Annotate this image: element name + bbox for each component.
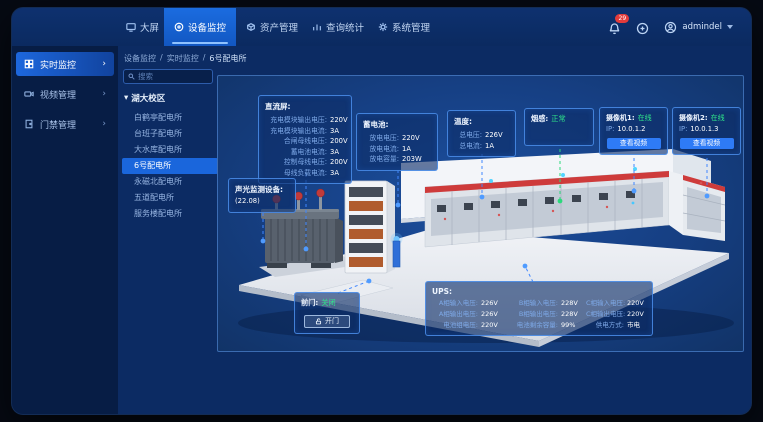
callout-title: UPS: [432, 287, 646, 296]
breadcrumb: 设备监控 / 实时监控 / 6号配电所 [124, 53, 247, 64]
ups-grid: A相输入电压:226V B相输入电压:228V C相输入电压:220V A相输出… [432, 299, 646, 330]
breadcrumb-item[interactable]: 设备监控 [124, 53, 156, 64]
door-icon [24, 119, 34, 129]
sidebar-item-access-control[interactable]: 门禁管理 › [16, 112, 114, 136]
nav-item-bigscreen[interactable]: 大屏 [116, 8, 169, 46]
callout-camera-1: 摄像机1:在线 IP:10.0.1.2 查看视频 [599, 107, 668, 155]
unlock-icon [315, 318, 322, 325]
sidebar-item-video-manage[interactable]: 视频管理 › [16, 82, 114, 106]
left-sidebar: 实时监控 › 视频管理 › 门禁管理 › [12, 46, 118, 414]
tree-item-station[interactable]: 服务楼配电所 [122, 206, 218, 222]
tree-item-station[interactable]: 白鹤亭配电所 [122, 110, 218, 126]
callout-battery: 蓄电池: 放电电压:220V 放电电流:1A 放电容量:203W [356, 113, 438, 171]
topbar-actions: 29 admindel [608, 8, 733, 46]
camera1-label: 摄像机1: [606, 113, 635, 124]
tree-item-station[interactable]: 永磁北配电所 [122, 174, 218, 190]
chevron-right-icon: › [102, 59, 106, 69]
avatar-icon [664, 21, 677, 34]
fullscreen-icon [636, 22, 649, 35]
user-menu[interactable]: admindel [664, 21, 733, 34]
screenshot-stage: 大屏 设备监控 资产管理 查询统计 系统管理 29 [0, 0, 763, 422]
nav-item-label: 查询统计 [326, 20, 364, 34]
monitor-icon [174, 22, 184, 32]
sound-monitor-value: (22.08) [235, 196, 260, 207]
callout-ups: UPS: A相输入电压:226V B相输入电压:228V C相输入电压:220V… [425, 281, 653, 336]
sidebar-item-label: 实时监控 [40, 58, 76, 71]
callout-title: 直流屏: [265, 101, 345, 112]
callout-dc-panel: 直流屏: 充电模块输出电压:220V 充电模块输出电流:3A 合闸母线电压:20… [258, 95, 352, 184]
nav-item-device-monitor[interactable]: 设备监控 [164, 8, 236, 46]
gear-icon [378, 22, 388, 32]
asset-box-icon [246, 22, 256, 32]
breadcrumb-separator: / [203, 53, 206, 64]
app-window: 大屏 设备监控 资产管理 查询统计 系统管理 29 [12, 8, 751, 414]
tree-group-campus[interactable]: ▾ 湖大校区 [122, 90, 218, 110]
nav-item-system[interactable]: 系统管理 [368, 8, 440, 46]
username-label: admindel [682, 22, 722, 32]
bell-icon [608, 22, 621, 35]
tree-item-station[interactable]: 大水库配电所 [122, 142, 218, 158]
tree-item-station[interactable]: 台班子配电所 [122, 126, 218, 142]
top-nav-bar: 大屏 设备监控 资产管理 查询统计 系统管理 29 [12, 8, 751, 46]
callout-title: 温度: [454, 116, 509, 127]
callout-smoke-sensor: 烟感:正常 [524, 108, 594, 146]
smoke-status: 正常 [551, 114, 565, 125]
station-tree: ▾ 湖大校区 白鹤亭配电所 台班子配电所 大水库配电所 6号配电所 永磁北配电所… [122, 90, 218, 222]
door-status: 关闭 [321, 298, 335, 309]
nav-item-label: 系统管理 [392, 20, 430, 34]
screen-icon [126, 22, 136, 32]
breadcrumb-separator: / [160, 53, 163, 64]
camera1-ip: 10.0.1.2 [617, 124, 645, 135]
search-input[interactable] [138, 72, 208, 81]
callout-title: 蓄电池: [363, 119, 431, 130]
content-area: 设备监控 / 实时监控 / 6号配电所 ▾ 湖大校区 白鹤亭配电所 台班子配电所… [118, 46, 751, 414]
camera1-status: 在线 [638, 113, 652, 124]
callout-sound-monitor: 声光监测设备: (22.08) [228, 178, 296, 213]
camera2-status: 在线 [711, 113, 725, 124]
caret-down-icon [727, 25, 733, 29]
view-video-button[interactable]: 查看视频 [607, 138, 661, 149]
tree-item-station-selected[interactable]: 6号配电所 [122, 158, 218, 174]
tree-group-label: 湖大校区 [131, 92, 165, 104]
notification-bell-button[interactable]: 29 [608, 20, 622, 34]
search-icon [128, 73, 135, 80]
sidebar-item-label: 视频管理 [40, 88, 76, 101]
open-door-button[interactable]: 开门 [304, 315, 350, 328]
nav-item-label: 大屏 [140, 20, 159, 34]
breadcrumb-item[interactable]: 实时监控 [167, 53, 199, 64]
video-camera-icon [24, 89, 34, 99]
nav-item-label: 设备监控 [188, 20, 226, 34]
camera2-ip: 10.0.1.3 [690, 124, 718, 135]
chevron-right-icon: › [102, 119, 106, 129]
nav-item-query-stats[interactable]: 查询统计 [302, 8, 374, 46]
callout-temperature: 温度: 总电压:226V 总电流:1A [447, 110, 516, 157]
view-video-button[interactable]: 查看视频 [680, 138, 734, 149]
camera2-label: 摄像机2: [679, 113, 708, 124]
nav-item-assets[interactable]: 资产管理 [236, 8, 308, 46]
callout-camera-2: 摄像机2:在线 IP:10.0.1.3 查看视频 [672, 107, 741, 155]
tree-item-station[interactable]: 五道配电所 [122, 190, 218, 206]
tree-caret-icon: ▾ [124, 93, 128, 103]
stats-icon [312, 22, 322, 32]
nav-item-label: 资产管理 [260, 20, 298, 34]
sidebar-item-realtime-monitor[interactable]: 实时监控 › [16, 52, 114, 76]
door-label: 前门: [301, 298, 318, 309]
station-search [123, 69, 213, 84]
chevron-right-icon: › [102, 89, 106, 99]
notification-badge: 29 [615, 14, 629, 23]
callout-title: 声光监测设备: [235, 184, 289, 195]
smoke-label: 烟感: [531, 114, 548, 125]
breadcrumb-item-current: 6号配电所 [209, 53, 246, 64]
callout-front-door: 前门:关闭 开门 [294, 292, 360, 334]
grid-monitor-icon [24, 59, 34, 69]
sidebar-item-label: 门禁管理 [40, 118, 76, 131]
fullscreen-button[interactable] [636, 20, 650, 34]
